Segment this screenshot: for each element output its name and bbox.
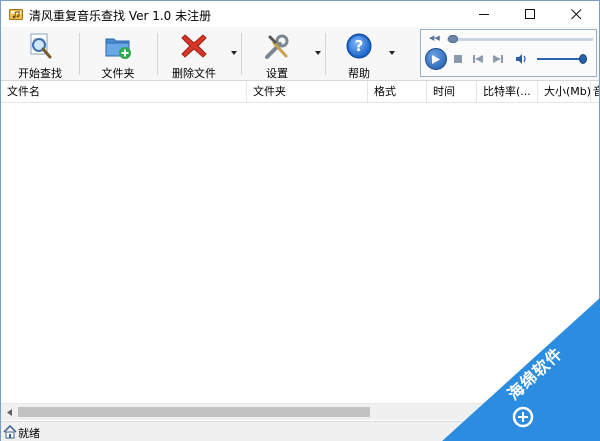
toolbar-separator	[79, 33, 80, 75]
chevron-left-icon	[6, 408, 12, 416]
previous-icon	[473, 55, 483, 63]
column-header-filename[interactable]: 文件名	[1, 81, 247, 103]
horizontal-scrollbar[interactable]	[1, 403, 599, 420]
column-header-size[interactable]: 大小(Mb)	[538, 81, 591, 103]
app-window: 清风重复音乐查找 Ver 1.0 未注册 开始查找 文件夹 删除文件 设置 ? …	[0, 0, 600, 441]
folder-label: 文件夹	[101, 67, 135, 80]
app-icon	[9, 7, 23, 21]
start-search-label: 开始查找	[18, 67, 62, 80]
maximize-button[interactable]	[507, 1, 553, 27]
settings-dropdown-arrow-icon[interactable]	[314, 49, 322, 57]
scrollbar-thumb[interactable]	[18, 407, 370, 417]
status-text: 就绪	[18, 427, 40, 440]
list-header: 文件名 文件夹 格式 时间 比特率(... 大小(Mb) 音	[1, 81, 599, 103]
delete-x-icon	[179, 31, 209, 61]
start-search-button[interactable]: 开始查找	[11, 29, 69, 80]
delete-file-label: 删除文件	[172, 67, 216, 80]
speaker-icon	[516, 54, 526, 64]
stop-button[interactable]	[451, 53, 465, 65]
play-button[interactable]	[425, 48, 447, 70]
next-icon	[493, 55, 503, 63]
column-header-format[interactable]: 格式	[368, 81, 427, 103]
stop-icon	[454, 55, 462, 63]
help-dropdown-arrow-icon[interactable]	[388, 49, 396, 57]
column-header-folder[interactable]: 文件夹	[247, 81, 368, 103]
toolbar: 开始查找 文件夹 删除文件 设置 ? 帮助 ◀◀	[1, 27, 599, 81]
toolbar-separator	[157, 33, 158, 75]
column-header-bitrate[interactable]: 比特率(...	[477, 81, 538, 103]
file-list[interactable]: 文件名 文件夹 格式 时间 比特率(... 大小(Mb) 音	[1, 81, 599, 421]
settings-label: 设置	[266, 67, 288, 80]
play-icon	[432, 54, 440, 64]
svg-text:?: ?	[355, 37, 364, 55]
column-header-duration[interactable]: 时间	[427, 81, 477, 103]
column-header-extra[interactable]: 音	[591, 81, 599, 103]
delete-dropdown-arrow-icon[interactable]	[230, 49, 238, 57]
seek-rewind-icon[interactable]: ◀◀	[429, 34, 440, 42]
volume-button[interactable]	[515, 53, 529, 65]
help-question-icon: ?	[344, 31, 374, 61]
volume-slider-thumb[interactable]	[579, 54, 587, 64]
help-button[interactable]: ? 帮助	[339, 29, 379, 80]
previous-button[interactable]	[471, 53, 485, 65]
magnifier-icon	[25, 31, 55, 61]
title-bar[interactable]: 清风重复音乐查找 Ver 1.0 未注册	[1, 1, 599, 27]
status-bar: 就绪	[1, 421, 599, 441]
next-button[interactable]	[491, 53, 505, 65]
close-button[interactable]	[553, 1, 599, 27]
toolbar-separator	[241, 33, 242, 75]
toolbar-separator	[325, 33, 326, 75]
minimize-button[interactable]	[461, 1, 507, 27]
add-folder-icon	[103, 31, 133, 61]
seek-slider-thumb[interactable]	[447, 35, 458, 43]
help-label: 帮助	[348, 67, 370, 80]
media-player: ◀◀	[420, 29, 597, 77]
home-icon	[3, 424, 17, 439]
settings-button[interactable]: 设置	[257, 29, 297, 80]
seek-slider-track[interactable]	[447, 38, 593, 41]
folder-button[interactable]: 文件夹	[93, 29, 143, 80]
tools-wrench-icon	[262, 31, 292, 61]
scroll-left-button[interactable]	[1, 404, 17, 420]
delete-file-button[interactable]: 删除文件	[167, 29, 221, 80]
window-title: 清风重复音乐查找 Ver 1.0 未注册	[29, 9, 212, 23]
